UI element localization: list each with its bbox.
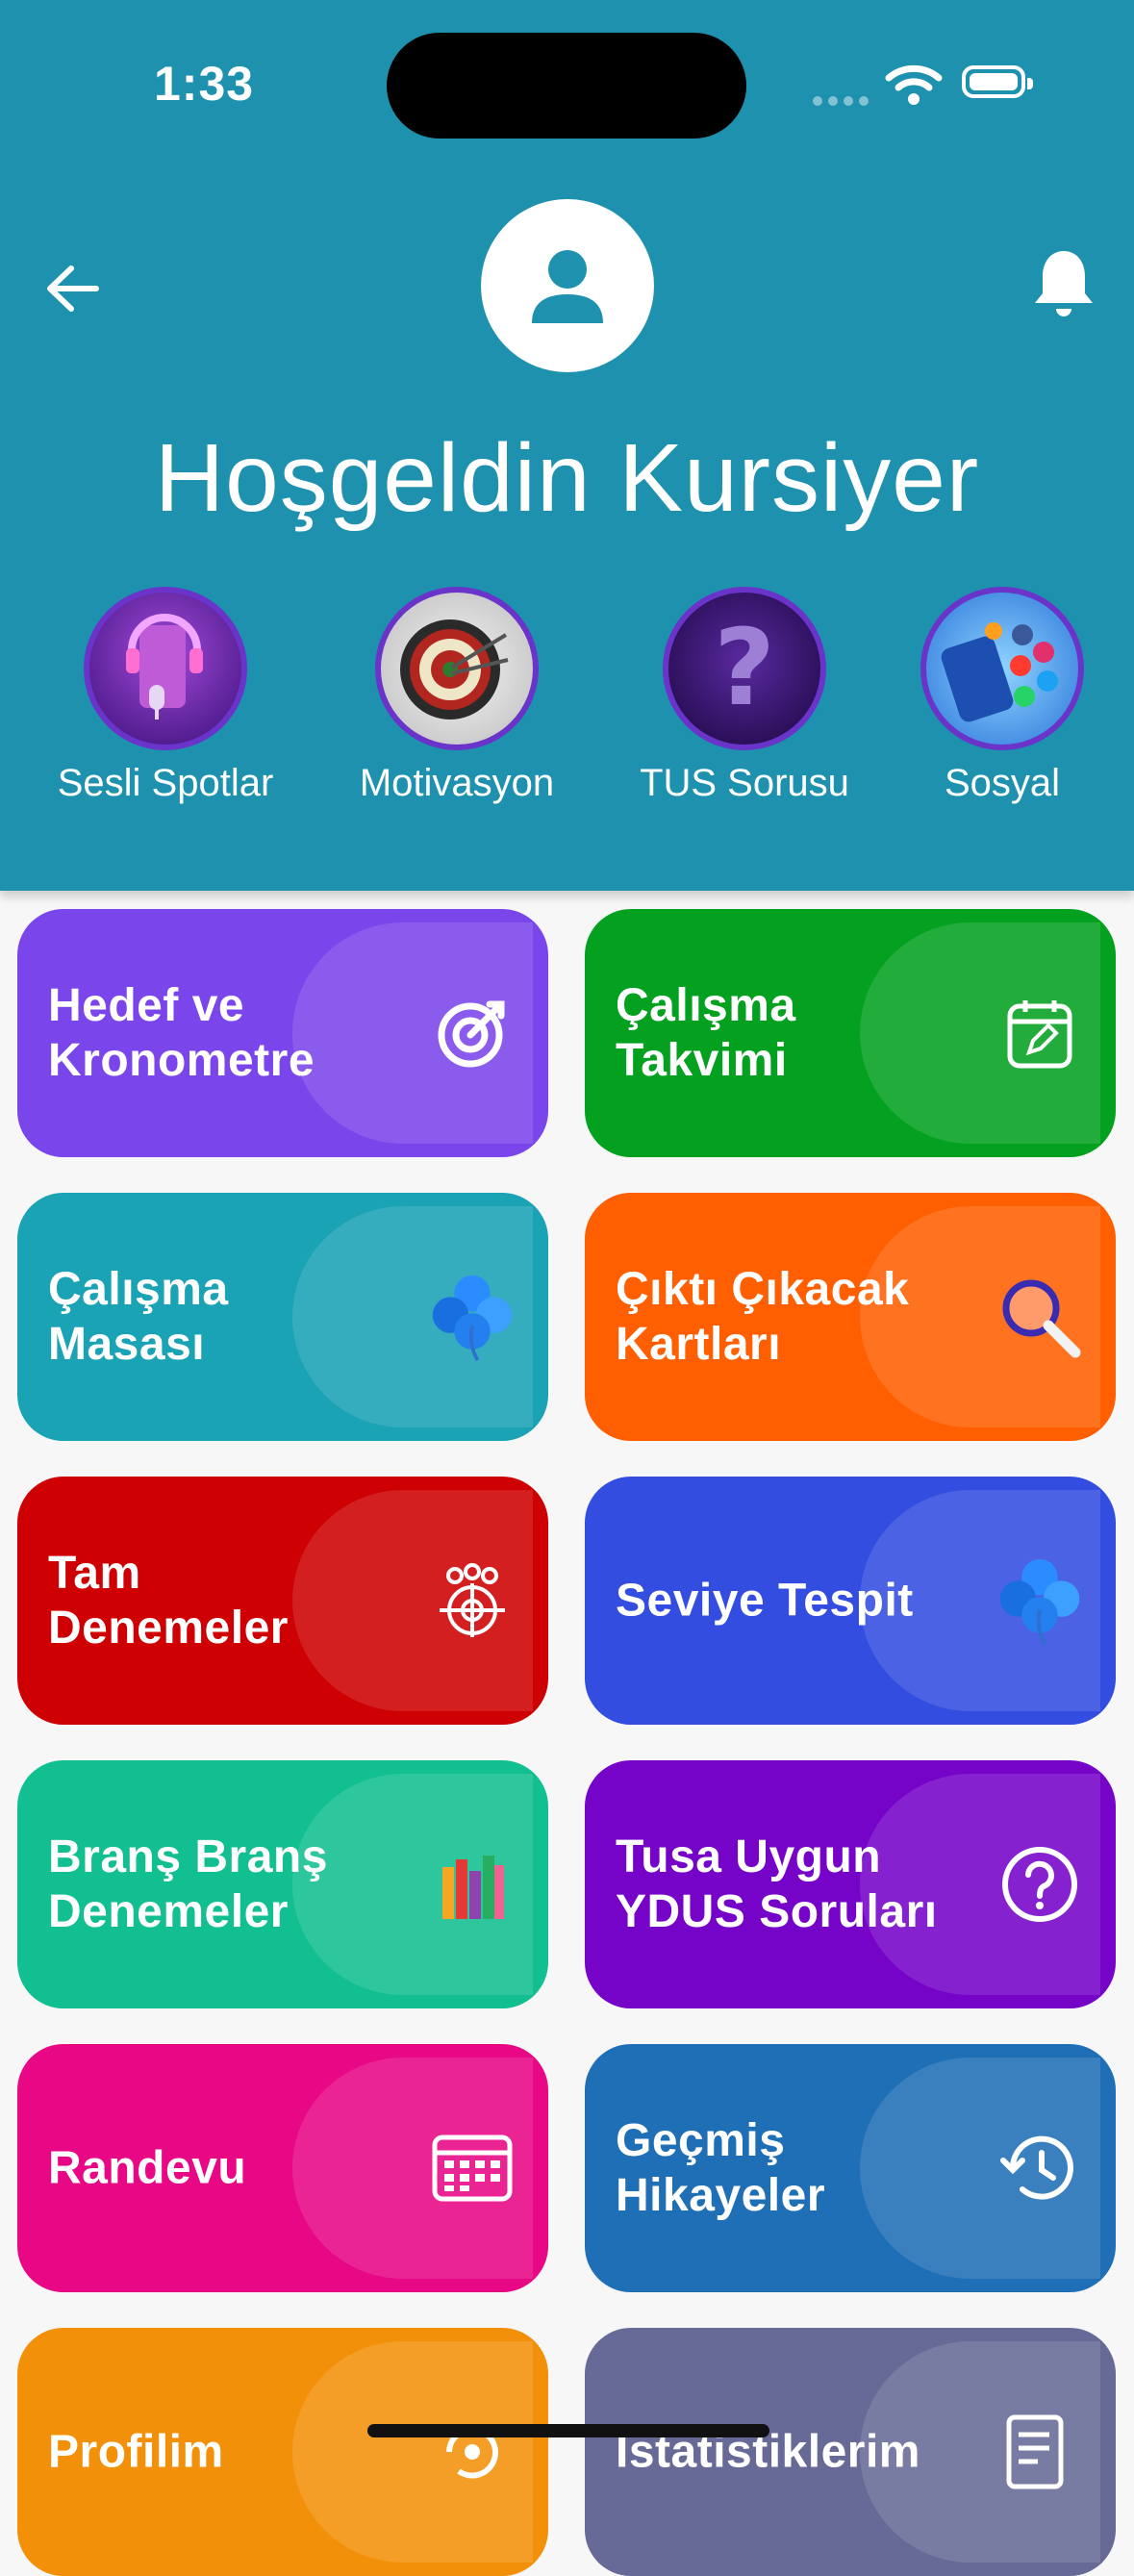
card-title: Seviye Tespit — [616, 1575, 914, 1627]
story-sesli-spotlar[interactable]: Sesli Spotlar — [40, 587, 290, 805]
card-title: Çıktı Çıkacak Kartları — [616, 1264, 910, 1370]
help-circle-icon — [996, 1841, 1083, 1928]
card-calisma-takvimi[interactable]: Çalışma Takvimi — [585, 909, 1116, 1157]
card-tam-denemeler[interactable]: Tam Denemeler — [17, 1477, 548, 1725]
home-indicator[interactable] — [367, 2424, 769, 2437]
report-icon — [996, 2409, 1083, 2495]
calendar-edit-icon — [996, 990, 1083, 1076]
card-calisma-masasi[interactable]: Çalışma Masası — [17, 1193, 548, 1441]
card-title: Tusa Uygun YDUS Soruları — [616, 1831, 938, 1937]
card-seviye-tespit[interactable]: Seviye Tespit — [585, 1477, 1116, 1725]
podcast-mic-icon — [84, 587, 247, 750]
battery-icon — [962, 65, 1033, 98]
card-gecmis-hikayeler[interactable]: Geçmiş Hikayeler — [585, 2044, 1116, 2292]
clover-icon — [429, 1274, 516, 1361]
card-title: Çalışma Takvimi — [616, 980, 796, 1086]
wifi-icon — [885, 64, 943, 105]
avatar[interactable] — [481, 199, 654, 372]
story-tus-sorusu[interactable]: ? TUS Sorusu — [619, 587, 869, 805]
profile-refresh-icon — [429, 2409, 516, 2495]
card-title: Tam Denemeler — [48, 1548, 289, 1654]
card-randevu[interactable]: Randevu — [17, 2044, 548, 2292]
header: 1:33 Hoşgeldin Kursiyer Sesli Spotlar Mo… — [0, 0, 1134, 891]
clover-icon — [996, 1557, 1083, 1645]
stories-row: Sesli Spotlar Motivasyon ? TUS Sorusu So… — [0, 587, 1134, 818]
calendar-grid-icon — [429, 2125, 516, 2211]
dartboard-icon — [375, 587, 539, 750]
person-icon — [532, 250, 603, 323]
bell-icon[interactable] — [1029, 245, 1098, 322]
welcome-title: Hoşgeldin Kursiyer — [154, 424, 980, 532]
story-label: Sosyal — [944, 762, 1061, 804]
card-tusa-uygun-ydus-sorulari[interactable]: Tusa Uygun YDUS Soruları — [585, 1760, 1116, 2008]
card-istatistiklerim[interactable]: İstatistiklerim — [585, 2328, 1116, 2576]
story-label: TUS Sorusu — [640, 762, 849, 804]
dynamic-island — [387, 33, 746, 139]
story-sosyal[interactable]: Sosyal — [877, 587, 1127, 805]
card-hedef-ve-kronometre[interactable]: Hedef ve Kronometre — [17, 909, 548, 1157]
card-title: Hedef ve Kronometre — [48, 980, 315, 1086]
books-icon — [429, 1841, 516, 1928]
card-brans-brans-denemeler[interactable]: Branş Branş Denemeler — [17, 1760, 548, 2008]
card-title: Geçmiş Hikayeler — [616, 2115, 825, 2221]
story-label: Sesli Spotlar — [57, 762, 274, 804]
target-icon — [429, 990, 516, 1076]
question-mark-icon: ? — [663, 587, 826, 750]
status-time: 1:33 — [154, 57, 255, 111]
card-title: Randevu — [48, 2142, 247, 2194]
card-title: Branş Branş Denemeler — [48, 1831, 328, 1937]
group-target-icon — [429, 1557, 516, 1644]
card-profilim[interactable]: Profilim — [17, 2328, 548, 2576]
magnifier-icon — [996, 1274, 1083, 1360]
story-label: Motivasyon — [359, 762, 555, 804]
back-arrow-icon[interactable] — [38, 255, 106, 322]
cellular-signal-icon — [813, 93, 874, 111]
card-cikti-cikacak-kartlari[interactable]: Çıktı Çıkacak Kartları — [585, 1193, 1116, 1441]
story-motivasyon[interactable]: Motivasyon — [332, 587, 582, 805]
card-title: Profilim — [48, 2426, 224, 2478]
social-media-icon — [920, 587, 1084, 750]
history-icon — [996, 2125, 1083, 2211]
card-title: Çalışma Masası — [48, 1264, 229, 1370]
